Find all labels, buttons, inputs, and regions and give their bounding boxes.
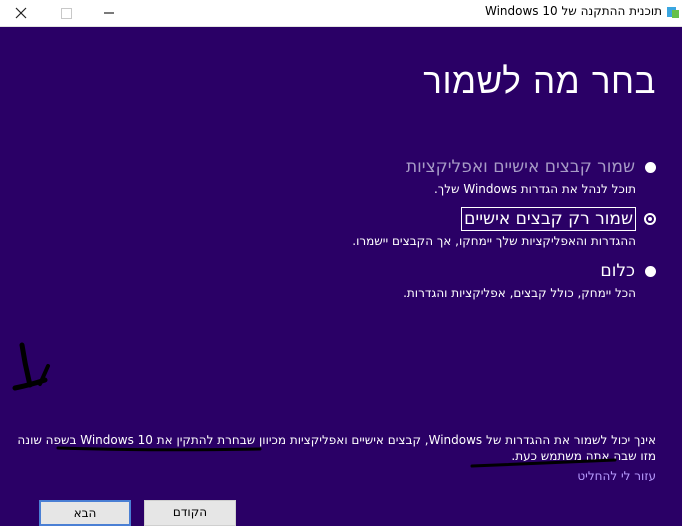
option-description: הכל יימחק, כולל קבצים, אפליקציות והגדרות…	[403, 286, 636, 300]
minimize-icon	[104, 12, 114, 14]
help-me-decide-link[interactable]: עזור לי להחליט	[577, 469, 656, 483]
page-title: בחר מה לשמור	[423, 62, 656, 102]
maximize-icon	[60, 7, 72, 19]
option-label: כלום	[600, 261, 635, 281]
option-keep-files-only[interactable]: שמור רק קבצים אישיים ההגדרות והאפליקציות…	[352, 207, 656, 248]
next-button[interactable]: הבא	[39, 500, 131, 526]
minimize-button[interactable]	[92, 0, 126, 26]
title-bar: תוכנית ההתקנה של Windows 10	[0, 0, 682, 27]
window-title: תוכנית ההתקנה של Windows 10	[484, 4, 662, 18]
option-label: שמור קבצים אישיים ואפליקציות	[405, 157, 635, 177]
radio-keep-nothing[interactable]	[645, 265, 656, 277]
radio-keep-files-only[interactable]	[644, 213, 656, 225]
close-button[interactable]	[4, 0, 38, 26]
close-icon	[15, 7, 27, 19]
maximize-button[interactable]	[49, 0, 83, 26]
arrow-annotation	[19, 342, 33, 388]
windows-setup-icon	[667, 7, 679, 18]
language-warning-note: אינך יכול לשמור את ההגדרות של Windows, ק…	[17, 433, 656, 463]
back-button[interactable]: הקודם	[144, 500, 236, 526]
option-description: תוכל לנהל את הגדרות Windows שלך.	[433, 182, 636, 196]
option-label: שמור רק קבצים אישיים	[461, 207, 636, 231]
option-keep-files-and-apps[interactable]: שמור קבצים אישיים ואפליקציות תוכל לנהל א…	[406, 157, 656, 196]
option-keep-nothing[interactable]: כלום הכל יימחק, כולל קבצים, אפליקציות וה…	[403, 261, 656, 300]
option-description: ההגדרות והאפליקציות שלך יימחקו, אך הקבצי…	[352, 234, 636, 248]
radio-keep-files-and-apps[interactable]	[645, 161, 656, 173]
